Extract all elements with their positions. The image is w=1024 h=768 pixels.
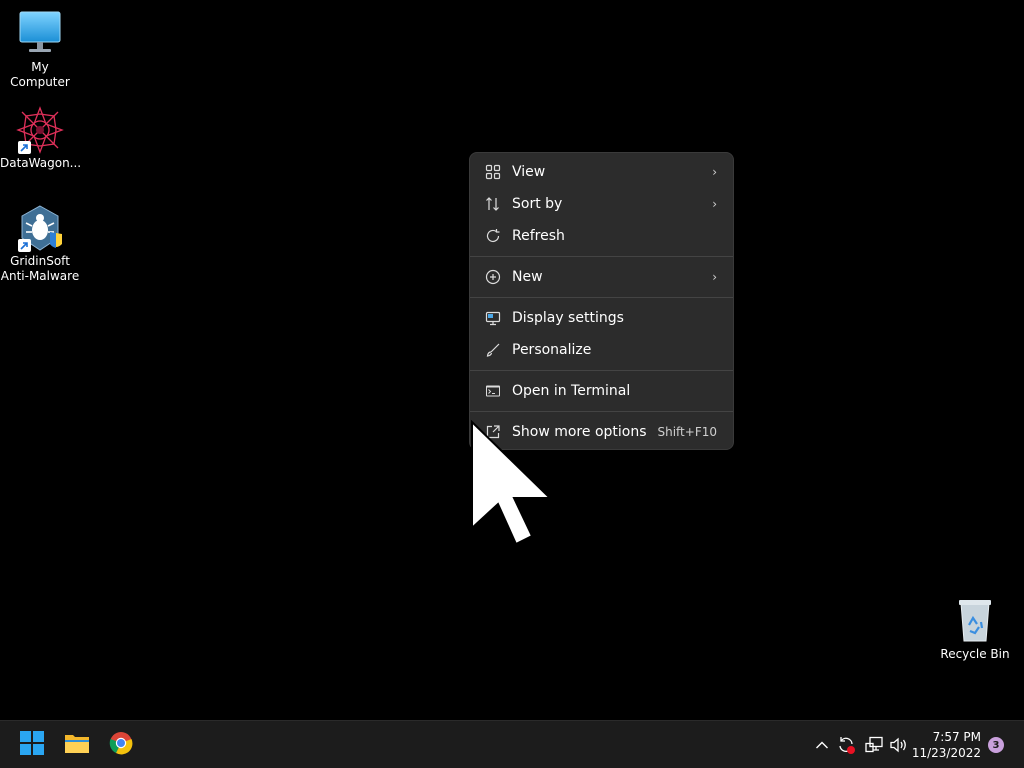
menu-item-personalize[interactable]: Personalize [474, 334, 729, 366]
start-button[interactable] [16, 729, 48, 761]
desktop-icon-gridinsoft[interactable]: GridinSoft Anti-Malware [0, 204, 80, 284]
menu-item-view[interactable]: View › [474, 156, 729, 188]
monitor-icon [16, 10, 64, 58]
desktop-icon-label: Recycle Bin [940, 647, 1010, 661]
menu-separator [470, 370, 733, 371]
chevron-right-icon: › [712, 270, 717, 284]
refresh-icon [484, 227, 502, 245]
volume-icon[interactable] [889, 735, 909, 755]
menu-item-open-in-terminal[interactable]: Open in Terminal [474, 375, 729, 407]
display-icon [484, 309, 502, 327]
desktop-icon-label-line1: GridinSoft [10, 254, 70, 268]
menu-item-label: View [512, 164, 546, 180]
shortcut-arrow-icon [18, 239, 31, 252]
chevron-right-icon: › [712, 197, 717, 211]
mouse-cursor-icon [470, 419, 553, 546]
menu-item-label: Refresh [512, 228, 565, 244]
datawagon-logo-icon [16, 106, 64, 154]
desktop-icon-my-computer[interactable]: My Computer [0, 10, 80, 90]
menu-item-display-settings[interactable]: Display settings [474, 302, 729, 334]
desktop-icon-datawagon[interactable]: DataWagon... [0, 106, 82, 171]
desktop-icon-label: My Computer [10, 60, 70, 89]
menu-item-label: Personalize [512, 342, 592, 358]
gridinsoft-bug-shield-icon [16, 204, 64, 252]
menu-item-label: Display settings [512, 310, 624, 326]
menu-item-sort-by[interactable]: Sort by › [474, 188, 729, 220]
network-icon[interactable] [864, 735, 884, 755]
menu-item-label: Open in Terminal [512, 383, 631, 399]
shortcut-arrow-icon [18, 141, 31, 154]
desktop-context-menu: View › Sort by › Refresh New › Display s… [469, 152, 734, 450]
menu-separator [470, 297, 733, 298]
folder-icon [64, 732, 90, 758]
plus-circle-icon [484, 268, 502, 286]
clock-date: 11/23/2022 [911, 746, 981, 760]
menu-separator [470, 411, 733, 412]
menu-item-label: Sort by [512, 196, 563, 212]
menu-item-refresh[interactable]: Refresh [474, 220, 729, 252]
terminal-icon [484, 382, 502, 400]
grid-icon [484, 163, 502, 181]
recycle-bin-icon [951, 597, 999, 645]
keyboard-shortcut: Shift+F10 [657, 425, 717, 439]
taskbar-file-explorer[interactable] [61, 729, 93, 761]
taskbar-chrome[interactable] [105, 729, 137, 761]
menu-separator [470, 256, 733, 257]
desktop-icon-recycle-bin[interactable]: Recycle Bin [935, 597, 1015, 662]
menu-item-label: New [512, 269, 543, 285]
sort-icon [484, 195, 502, 213]
taskbar-clock[interactable]: 7:57 PM 11/23/2022 [912, 729, 981, 761]
tray-sync-alert-icon[interactable] [836, 735, 856, 755]
desktop: My Computer DataWagon... GridinSoft Anti… [0, 0, 1024, 768]
notification-badge[interactable]: 3 [988, 737, 1004, 753]
tray-overflow-chevron-up-icon[interactable] [812, 735, 832, 755]
brush-icon [484, 341, 502, 359]
taskbar: 7:57 PM 11/23/2022 3 [0, 720, 1024, 768]
clock-time: 7:57 PM [932, 730, 981, 744]
menu-item-new[interactable]: New › [474, 261, 729, 293]
chrome-icon [109, 731, 133, 759]
windows-logo-icon [20, 731, 44, 759]
chevron-right-icon: › [712, 165, 717, 179]
desktop-icon-label: DataWagon... [0, 156, 82, 170]
desktop-icon-label-line2: Anti-Malware [0, 269, 80, 283]
